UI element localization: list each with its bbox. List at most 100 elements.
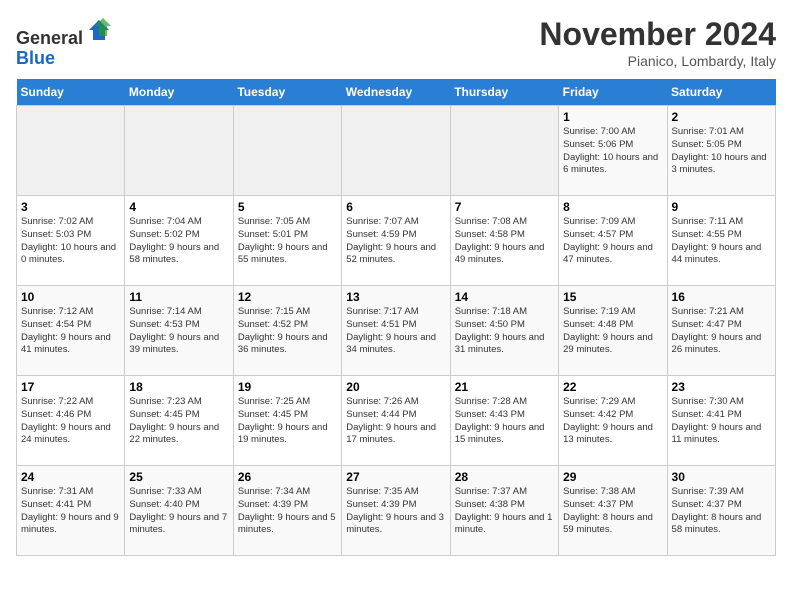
calendar-cell: 4 Sunrise: 7:04 AM Sunset: 5:02 PM Daylig… xyxy=(125,196,233,286)
day-info: Sunrise: 7:28 AM Sunset: 4:43 PM Dayligh… xyxy=(455,396,554,447)
day-number: 14 xyxy=(455,290,554,304)
day-number: 16 xyxy=(672,290,771,304)
day-info: Sunrise: 7:05 AM Sunset: 5:01 PM Dayligh… xyxy=(238,216,337,267)
day-number: 23 xyxy=(672,380,771,394)
calendar-cell: 20Sunrise: 7:26 AM Sunset: 4:44 PM Dayli… xyxy=(342,376,450,466)
day-info: Sunrise: 7:25 AM Sunset: 4:45 PM Dayligh… xyxy=(238,396,337,447)
week-row-4: 17 Sunrise: 7:22 AM Sunset: 4:46 PM Dayli… xyxy=(17,376,776,466)
day-number: 10 xyxy=(21,290,120,304)
calendar-cell: 5 Sunrise: 7:05 AM Sunset: 5:01 PM Daylig… xyxy=(233,196,341,286)
calendar-cell: 8 Sunrise: 7:09 AM Sunset: 4:57 PM Daylig… xyxy=(559,196,667,286)
calendar-cell xyxy=(233,106,341,196)
calendar-cell: 17 Sunrise: 7:22 AM Sunset: 4:46 PM Dayli… xyxy=(17,376,125,466)
day-number: 6 xyxy=(346,200,445,214)
logo: General Blue xyxy=(16,16,113,69)
day-number: 19 xyxy=(238,380,337,394)
day-number: 17 xyxy=(21,380,120,394)
calendar-cell: 15Sunrise: 7:19 AM Sunset: 4:48 PM Dayli… xyxy=(559,286,667,376)
day-info: Sunrise: 7:21 AM Sunset: 4:47 PM Dayligh… xyxy=(672,306,771,357)
day-number: 28 xyxy=(455,470,554,484)
calendar-table: SundayMondayTuesdayWednesdayThursdayFrid… xyxy=(16,79,776,556)
calendar-cell: 1 Sunrise: 7:00 AM Sunset: 5:06 PM Daylig… xyxy=(559,106,667,196)
calendar-cell xyxy=(125,106,233,196)
day-info: Sunrise: 7:33 AM Sunset: 4:40 PM Dayligh… xyxy=(129,486,228,537)
week-row-3: 10 Sunrise: 7:12 AM Sunset: 4:54 PM Dayli… xyxy=(17,286,776,376)
day-number: 24 xyxy=(21,470,120,484)
day-info: Sunrise: 7:29 AM Sunset: 4:42 PM Dayligh… xyxy=(563,396,662,447)
day-info: Sunrise: 7:00 AM Sunset: 5:06 PM Dayligh… xyxy=(563,126,662,177)
day-number: 3 xyxy=(21,200,120,214)
weekday-header-monday: Monday xyxy=(125,79,233,106)
title-block: November 2024 Pianico, Lombardy, Italy xyxy=(539,16,776,69)
day-info: Sunrise: 7:23 AM Sunset: 4:45 PM Dayligh… xyxy=(129,396,228,447)
day-number: 5 xyxy=(238,200,337,214)
day-number: 29 xyxy=(563,470,662,484)
calendar-cell: 25 Sunrise: 7:33 AM Sunset: 4:40 PM Dayli… xyxy=(125,466,233,556)
day-number: 4 xyxy=(129,200,228,214)
week-row-5: 24 Sunrise: 7:31 AM Sunset: 4:41 PM Dayli… xyxy=(17,466,776,556)
day-info: Sunrise: 7:39 AM Sunset: 4:37 PM Dayligh… xyxy=(672,486,771,537)
calendar-cell: 13Sunrise: 7:17 AM Sunset: 4:51 PM Dayli… xyxy=(342,286,450,376)
calendar-cell xyxy=(342,106,450,196)
calendar-cell: 28Sunrise: 7:37 AM Sunset: 4:38 PM Dayli… xyxy=(450,466,558,556)
calendar-cell: 6 Sunrise: 7:07 AM Sunset: 4:59 PM Daylig… xyxy=(342,196,450,286)
calendar-cell: 18 Sunrise: 7:23 AM Sunset: 4:45 PM Dayli… xyxy=(125,376,233,466)
day-info: Sunrise: 7:15 AM Sunset: 4:52 PM Dayligh… xyxy=(238,306,337,357)
day-number: 8 xyxy=(563,200,662,214)
day-info: Sunrise: 7:02 AM Sunset: 5:03 PM Dayligh… xyxy=(21,216,120,267)
day-info: Sunrise: 7:08 AM Sunset: 4:58 PM Dayligh… xyxy=(455,216,554,267)
calendar-cell xyxy=(450,106,558,196)
logo-icon xyxy=(85,16,113,44)
calendar-cell: 16 Sunrise: 7:21 AM Sunset: 4:47 PM Dayli… xyxy=(667,286,775,376)
day-number: 21 xyxy=(455,380,554,394)
week-row-1: 1 Sunrise: 7:00 AM Sunset: 5:06 PM Daylig… xyxy=(17,106,776,196)
day-info: Sunrise: 7:22 AM Sunset: 4:46 PM Dayligh… xyxy=(21,396,120,447)
calendar-cell: 29 Sunrise: 7:38 AM Sunset: 4:37 PM Dayli… xyxy=(559,466,667,556)
day-number: 18 xyxy=(129,380,228,394)
day-info: Sunrise: 7:07 AM Sunset: 4:59 PM Dayligh… xyxy=(346,216,445,267)
day-info: Sunrise: 7:38 AM Sunset: 4:37 PM Dayligh… xyxy=(563,486,662,537)
day-number: 15 xyxy=(563,290,662,304)
day-number: 26 xyxy=(238,470,337,484)
calendar-cell: 14 Sunrise: 7:18 AM Sunset: 4:50 PM Dayli… xyxy=(450,286,558,376)
calendar-cell: 21 Sunrise: 7:28 AM Sunset: 4:43 PM Dayli… xyxy=(450,376,558,466)
logo-blue: Blue xyxy=(16,48,55,68)
weekday-header-thursday: Thursday xyxy=(450,79,558,106)
week-row-2: 3 Sunrise: 7:02 AM Sunset: 5:03 PM Daylig… xyxy=(17,196,776,286)
calendar-cell: 27 Sunrise: 7:35 AM Sunset: 4:39 PM Dayli… xyxy=(342,466,450,556)
page-header: General Blue November 2024 Pianico, Lomb… xyxy=(16,16,776,69)
calendar-cell: 19 Sunrise: 7:25 AM Sunset: 4:45 PM Dayli… xyxy=(233,376,341,466)
calendar-cell: 22 Sunrise: 7:29 AM Sunset: 4:42 PM Dayli… xyxy=(559,376,667,466)
calendar-cell: 12Sunrise: 7:15 AM Sunset: 4:52 PM Dayli… xyxy=(233,286,341,376)
weekday-header-row: SundayMondayTuesdayWednesdayThursdayFrid… xyxy=(17,79,776,106)
weekday-header-sunday: Sunday xyxy=(17,79,125,106)
calendar-cell: 3 Sunrise: 7:02 AM Sunset: 5:03 PM Daylig… xyxy=(17,196,125,286)
weekday-header-tuesday: Tuesday xyxy=(233,79,341,106)
calendar-cell: 24 Sunrise: 7:31 AM Sunset: 4:41 PM Dayli… xyxy=(17,466,125,556)
day-number: 1 xyxy=(563,110,662,124)
day-info: Sunrise: 7:11 AM Sunset: 4:55 PM Dayligh… xyxy=(672,216,771,267)
day-number: 25 xyxy=(129,470,228,484)
day-number: 27 xyxy=(346,470,445,484)
day-info: Sunrise: 7:09 AM Sunset: 4:57 PM Dayligh… xyxy=(563,216,662,267)
day-info: Sunrise: 7:34 AM Sunset: 4:39 PM Dayligh… xyxy=(238,486,337,537)
weekday-header-friday: Friday xyxy=(559,79,667,106)
day-number: 11 xyxy=(129,290,228,304)
calendar-cell: 23Sunrise: 7:30 AM Sunset: 4:41 PM Dayli… xyxy=(667,376,775,466)
calendar-cell: 11 Sunrise: 7:14 AM Sunset: 4:53 PM Dayli… xyxy=(125,286,233,376)
location: Pianico, Lombardy, Italy xyxy=(539,53,776,69)
calendar-cell: 10 Sunrise: 7:12 AM Sunset: 4:54 PM Dayli… xyxy=(17,286,125,376)
day-info: Sunrise: 7:35 AM Sunset: 4:39 PM Dayligh… xyxy=(346,486,445,537)
day-number: 7 xyxy=(455,200,554,214)
calendar-cell: 30Sunrise: 7:39 AM Sunset: 4:37 PM Dayli… xyxy=(667,466,775,556)
day-info: Sunrise: 7:31 AM Sunset: 4:41 PM Dayligh… xyxy=(21,486,120,537)
calendar-cell xyxy=(17,106,125,196)
day-number: 22 xyxy=(563,380,662,394)
calendar-cell: 7 Sunrise: 7:08 AM Sunset: 4:58 PM Daylig… xyxy=(450,196,558,286)
day-info: Sunrise: 7:14 AM Sunset: 4:53 PM Dayligh… xyxy=(129,306,228,357)
day-info: Sunrise: 7:18 AM Sunset: 4:50 PM Dayligh… xyxy=(455,306,554,357)
weekday-header-saturday: Saturday xyxy=(667,79,775,106)
calendar-cell: 2Sunrise: 7:01 AM Sunset: 5:05 PM Daylig… xyxy=(667,106,775,196)
day-info: Sunrise: 7:04 AM Sunset: 5:02 PM Dayligh… xyxy=(129,216,228,267)
day-info: Sunrise: 7:12 AM Sunset: 4:54 PM Dayligh… xyxy=(21,306,120,357)
